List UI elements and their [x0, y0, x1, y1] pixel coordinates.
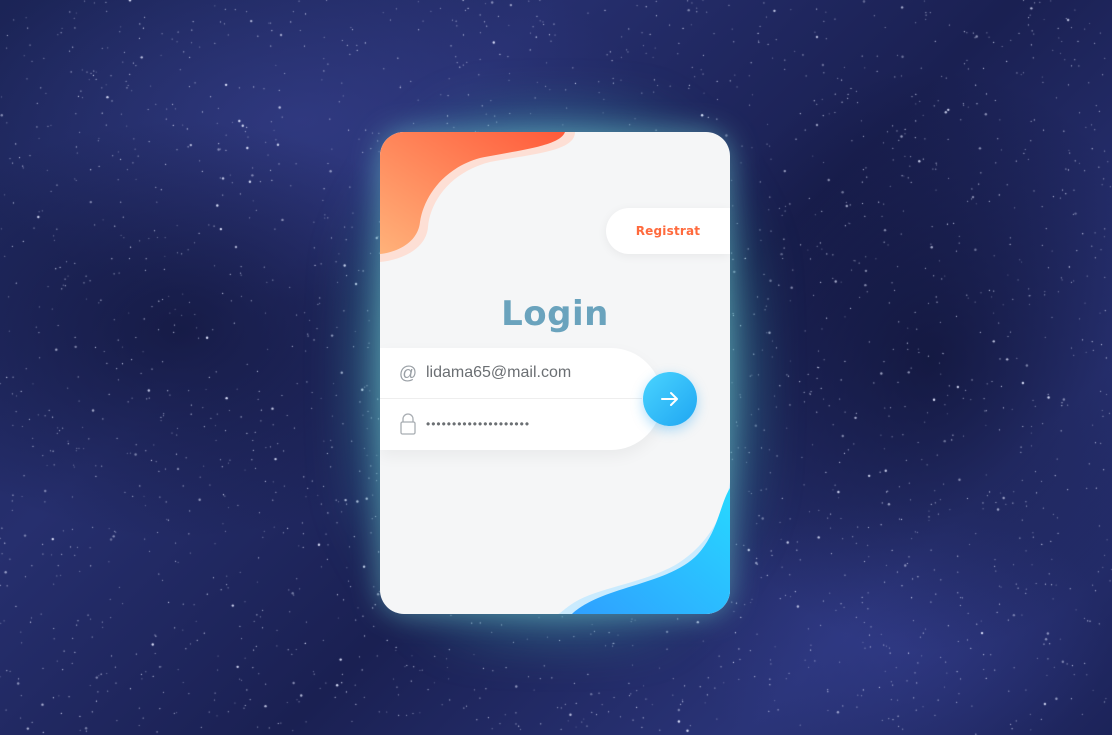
lock-icon	[394, 413, 422, 435]
login-card: Registrat Login @	[380, 132, 730, 614]
email-field[interactable]	[422, 364, 630, 382]
submit-button[interactable]	[643, 372, 697, 426]
register-label[interactable]: Registrat	[636, 224, 701, 238]
email-row: @	[380, 348, 642, 399]
page-title: Login	[501, 294, 609, 334]
register-tab[interactable]: Registrat	[606, 208, 730, 254]
password-row	[380, 399, 642, 449]
login-form: @	[380, 348, 662, 450]
password-field[interactable]	[422, 417, 630, 431]
at-sign-icon: @	[398, 362, 418, 383]
arrow-right-icon	[661, 392, 678, 406]
